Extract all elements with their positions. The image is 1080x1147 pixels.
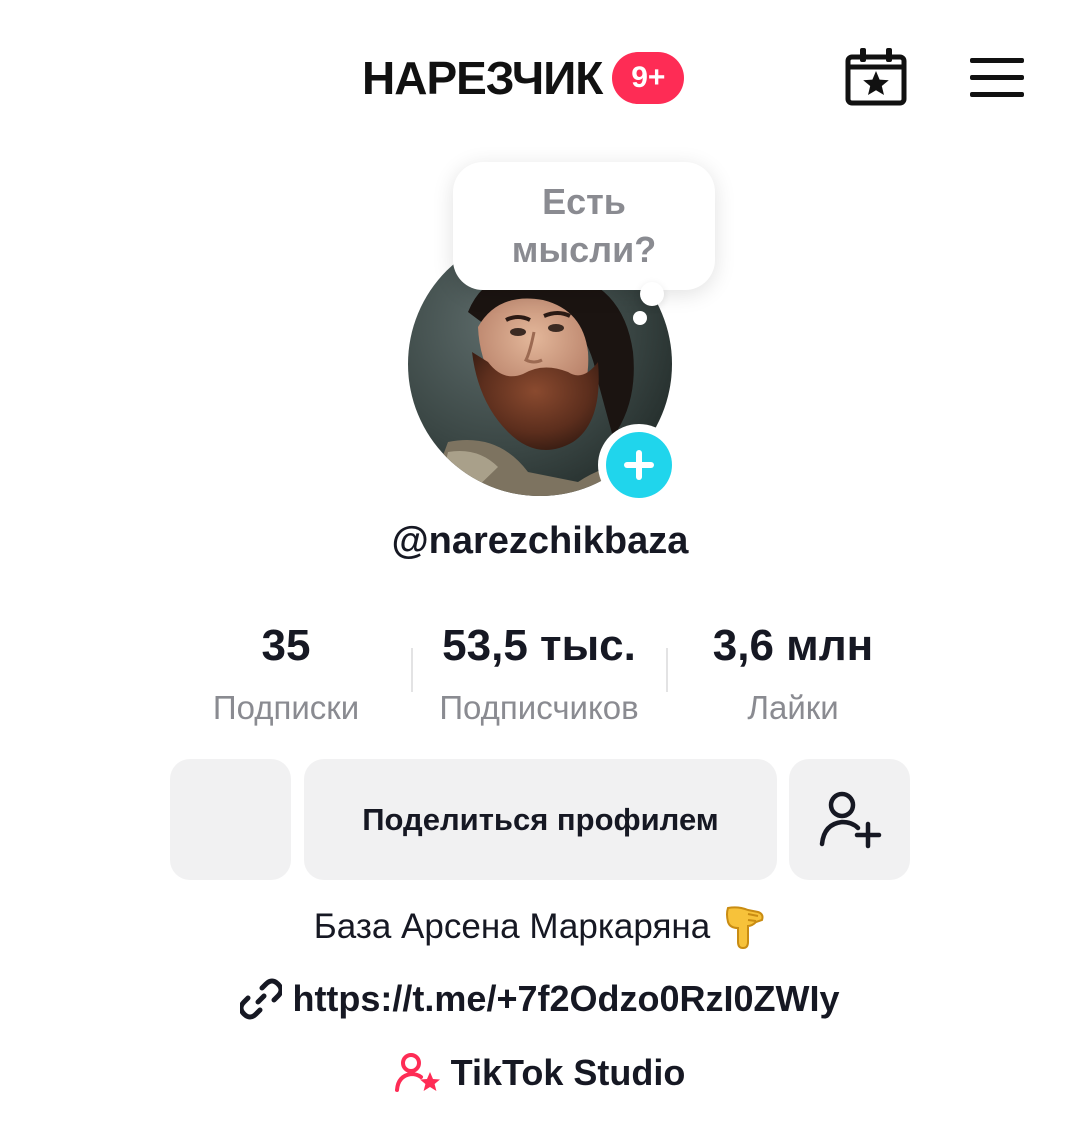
pointing-down-icon [722,904,766,950]
add-story-button[interactable] [598,424,680,506]
calendar-star-icon[interactable] [844,47,908,107]
link-icon [240,978,283,1020]
tiktok-studio-link[interactable]: TikTok Studio [0,1052,1080,1094]
stat-followers-value: 53,5 тыс. [442,621,636,670]
stat-followers[interactable]: 53,5 тыс. Подписчиков [410,618,668,728]
thought-bubble-text: Есть мысли? [511,181,657,270]
hamburger-menu-icon[interactable] [970,58,1024,98]
stat-followers-label: Подписчиков [439,689,639,726]
page-title: НАРЕЗЧИК [362,52,603,104]
bio: База Арсена Маркаряна [0,904,1080,950]
bio-text: База Арсена Маркаряна [313,907,711,946]
tiktok-studio-icon [394,1053,440,1092]
thought-bubble-tail [640,282,664,306]
thought-bubble[interactable]: Есть мысли? [453,162,715,290]
link-url: https://t.me/+7f2Odzo0RzI0ZWIy [292,978,840,1019]
stat-likes-label: Лайки [747,689,839,726]
account-switcher[interactable]: НАРЕЗЧИК 9+ [362,48,685,108]
add-friend-button[interactable] [789,759,910,880]
add-person-icon [819,791,881,848]
plus-icon [606,432,672,498]
thought-bubble-tail-dot [633,311,647,325]
stat-likes-value: 3,6 млн [712,621,874,670]
share-profile-button[interactable]: Поделиться профилем [304,759,777,880]
blank-button[interactable] [170,759,291,880]
tiktok-studio-label: TikTok Studio [450,1052,686,1093]
stat-likes[interactable]: 3,6 млн Лайки [690,618,896,728]
profile-link[interactable]: https://t.me/+7f2Odzo0RzI0ZWIy [0,978,1080,1020]
stat-divider [666,648,668,692]
stat-following-value: 35 [261,621,311,670]
stat-following-label: Подписки [212,689,360,726]
stat-following[interactable]: 35 Подписки [180,618,392,728]
username: @narezchikbaza [391,520,689,562]
notification-badge: 9+ [612,52,685,104]
share-profile-label: Поделиться профилем [362,801,719,837]
